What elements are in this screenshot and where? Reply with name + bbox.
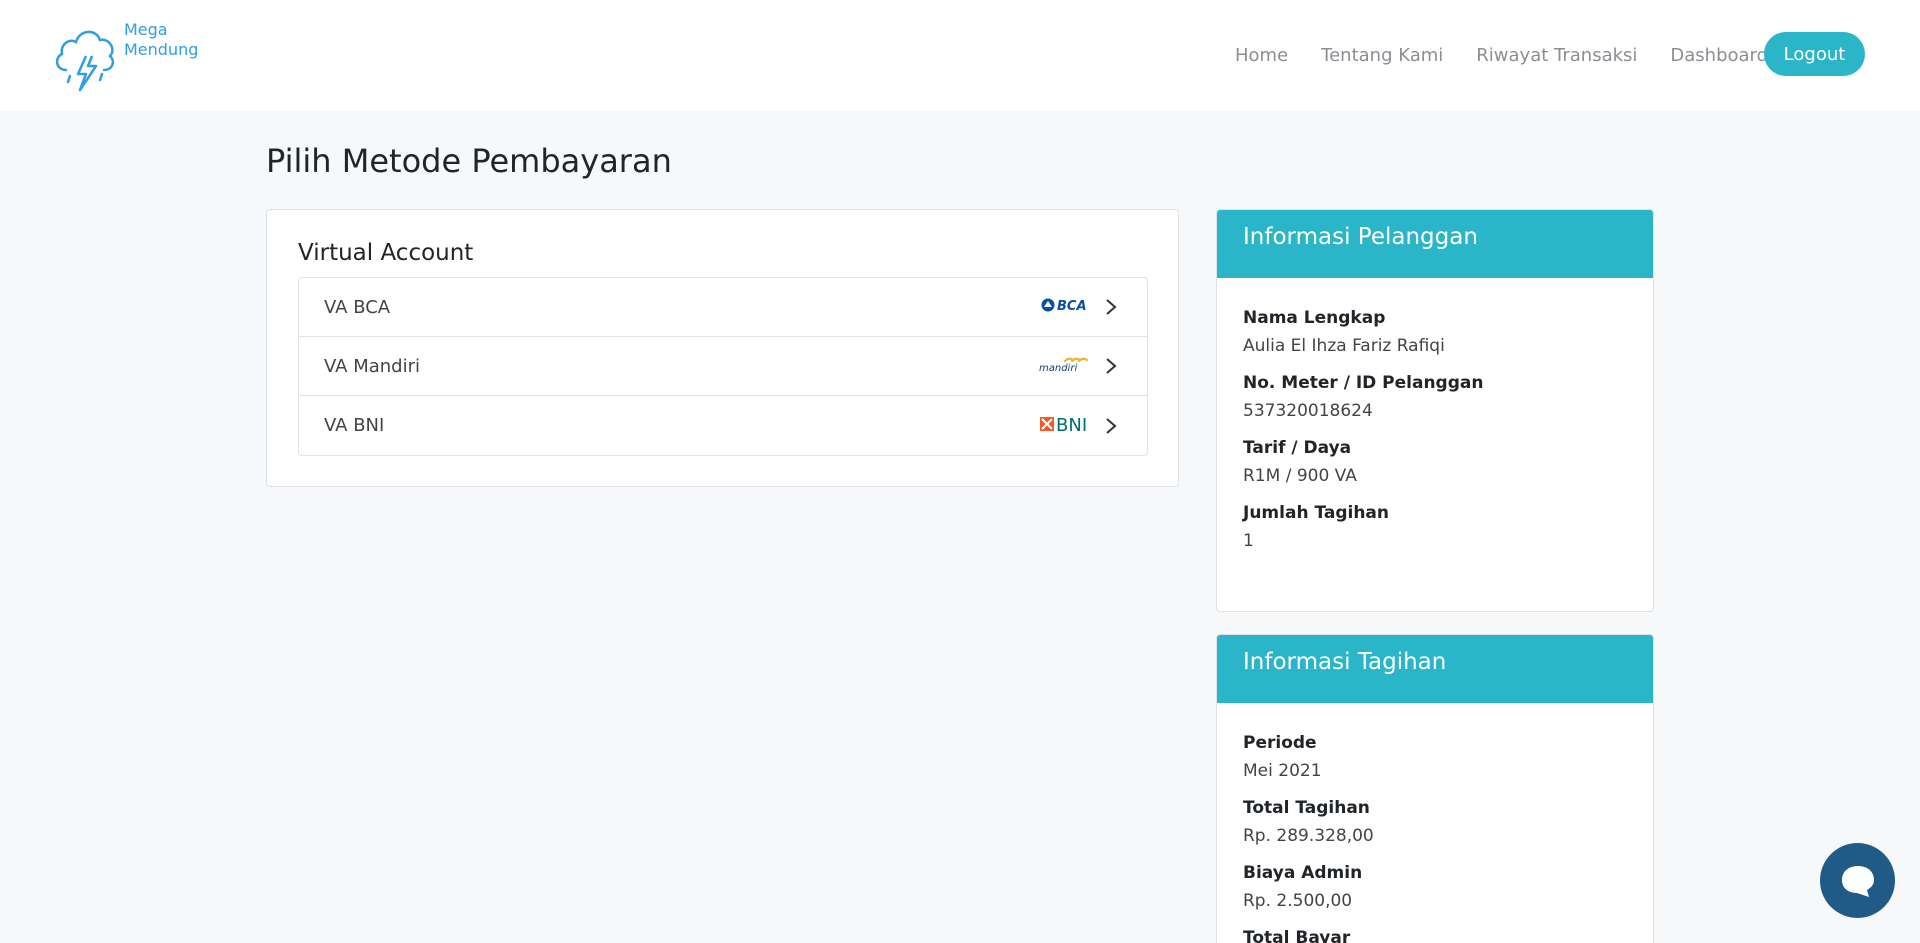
bni-logo-icon: BNI (1039, 414, 1091, 438)
brand-line-2: Mendung (124, 40, 199, 59)
nav-home[interactable]: Home (1235, 44, 1288, 68)
info-value: Mei 2021 (1243, 761, 1322, 781)
info-label: Total Tagihan (1243, 798, 1370, 818)
nav-tentang-kami[interactable]: Tentang Kami (1321, 44, 1443, 68)
bill-info-title: Informasi Tagihan (1217, 635, 1653, 703)
brand-line-1: Mega (124, 20, 168, 39)
mandiri-logo-icon: mandiri (1039, 355, 1091, 377)
page-title: Pilih Metode Pembayaran (266, 142, 672, 180)
info-row-jumlah-tagihan: Jumlah Tagihan 1 (1243, 499, 1627, 555)
payment-method-bni[interactable]: VA BNI BNI (299, 396, 1147, 455)
payment-method-mandiri[interactable]: VA Mandiri mandiri (299, 337, 1147, 396)
info-row-periode: Periode Mei 2021 (1243, 729, 1627, 785)
customer-info-title: Informasi Pelanggan (1217, 210, 1653, 278)
logout-button[interactable]: Logout (1764, 32, 1865, 76)
chevron-right-icon (1106, 358, 1117, 374)
chat-widget-button[interactable] (1820, 843, 1895, 918)
nav-riwayat-transaksi[interactable]: Riwayat Transaksi (1476, 44, 1637, 68)
info-label: Tarif / Daya (1243, 438, 1352, 458)
bill-info-body: Periode Mei 2021 Total Tagihan Rp. 289.3… (1217, 703, 1653, 943)
svg-text:BNI: BNI (1056, 415, 1087, 434)
info-row-total-tagihan: Total Tagihan Rp. 289.328,00 (1243, 794, 1627, 850)
info-row-biaya-admin: Biaya Admin Rp. 2.500,00 (1243, 859, 1627, 915)
customer-info-body: Nama Lengkap Aulia El Ihza Fariz Rafiqi … (1217, 278, 1653, 555)
info-value: Aulia El Ihza Fariz Rafiqi (1243, 336, 1445, 356)
info-label: Periode (1243, 733, 1317, 753)
svg-text:BCA: BCA (1057, 299, 1087, 314)
info-label: No. Meter / ID Pelanggan (1243, 373, 1484, 393)
payment-method-bca[interactable]: VA BCA BCA (299, 278, 1147, 337)
info-value: 1 (1243, 531, 1254, 551)
brand[interactable]: Mega Mendung (52, 18, 198, 94)
navbar: Mega Mendung Home Tentang Kami Riwayat T… (0, 0, 1920, 111)
payment-method-label: VA BNI (324, 415, 385, 436)
svg-text:mandiri: mandiri (1039, 363, 1077, 373)
chevron-right-icon (1106, 299, 1117, 315)
cloud-lightning-logo-icon (55, 30, 115, 92)
info-label: Total Bayar (1243, 928, 1351, 943)
info-label: Biaya Admin (1243, 863, 1363, 883)
payment-method-card: Virtual Account VA BCA BCA VA Mandiri ma… (266, 209, 1179, 487)
chat-bubble-icon (1841, 865, 1874, 897)
bca-logo-icon: BCA (1041, 296, 1091, 318)
chevron-right-icon (1106, 417, 1117, 434)
info-value: Rp. 289.328,00 (1243, 826, 1374, 846)
payment-method-label: VA BCA (324, 296, 391, 318)
payment-method-label: VA Mandiri (324, 355, 420, 377)
info-label: Nama Lengkap (1243, 308, 1386, 328)
nav-links: Home Tentang Kami Riwayat Transaksi Dash… (1235, 44, 1801, 68)
info-row-nama: Nama Lengkap Aulia El Ihza Fariz Rafiqi (1243, 304, 1627, 360)
info-value: R1M / 900 VA (1243, 466, 1357, 486)
info-row-tarif-daya: Tarif / Daya R1M / 900 VA (1243, 434, 1627, 490)
payment-method-list: VA BCA BCA VA Mandiri mandiri VA BNI BNI (298, 277, 1148, 456)
info-row-total-bayar: Total Bayar (1243, 924, 1627, 943)
info-label: Jumlah Tagihan (1243, 503, 1390, 523)
brand-name: Mega Mendung (124, 20, 198, 60)
nav-dashboard[interactable]: Dashboard (1670, 44, 1768, 68)
bill-info-card: Informasi Tagihan Periode Mei 2021 Total… (1216, 634, 1654, 943)
info-row-meter-id: No. Meter / ID Pelanggan 537320018624 (1243, 369, 1627, 425)
info-value: Rp. 2.500,00 (1243, 891, 1353, 911)
info-value: 537320018624 (1243, 401, 1373, 421)
customer-info-card: Informasi Pelanggan Nama Lengkap Aulia E… (1216, 209, 1654, 612)
payment-section-title: Virtual Account (298, 240, 474, 266)
